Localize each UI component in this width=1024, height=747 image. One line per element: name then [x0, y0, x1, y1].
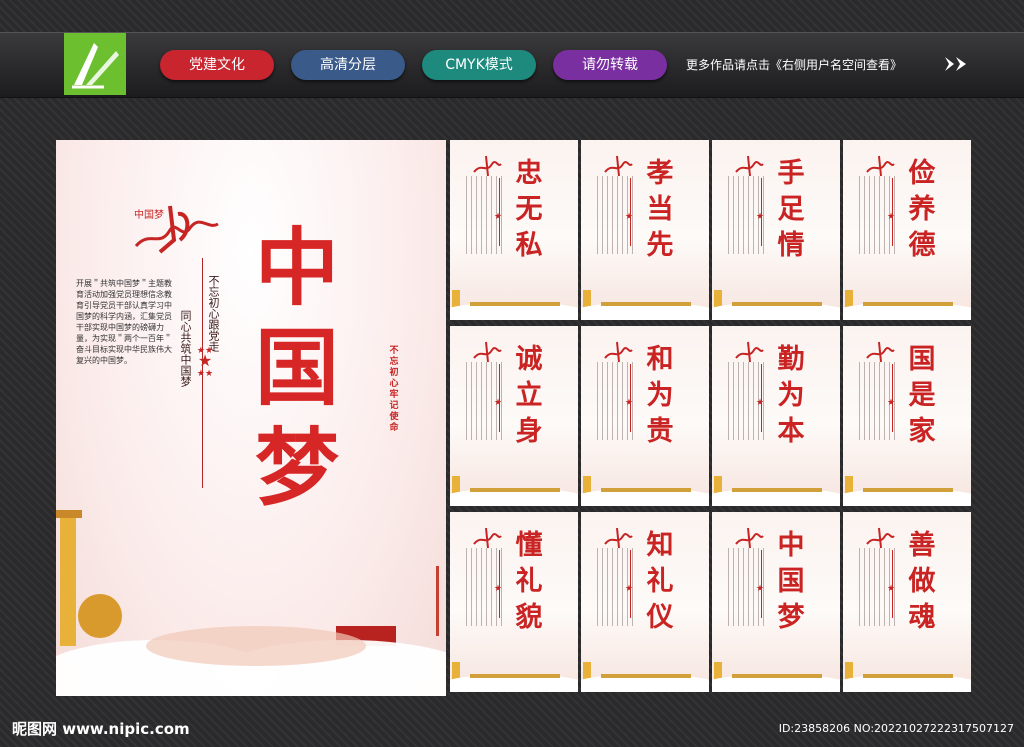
- slogan-line-1: 不忘初心跟党走: [207, 275, 220, 352]
- poster-scene: [581, 476, 709, 506]
- poster-title: 诚立身: [515, 344, 543, 447]
- poster-scene: [581, 290, 709, 320]
- virtue-poster: ★ 知礼仪: [581, 512, 709, 692]
- landmark-cloud-scene: [56, 510, 446, 696]
- poster-title: 勤为本: [777, 344, 805, 447]
- poster-scene: [450, 290, 578, 320]
- star-icon: ★: [625, 398, 634, 408]
- poster-scene: [843, 476, 971, 506]
- virtue-poster: ★ 孝当先: [581, 140, 709, 320]
- virtue-poster: ★ 善做魂: [843, 512, 971, 692]
- header-tagline[interactable]: 更多作品请点击《右侧用户名空间查看》: [686, 56, 902, 73]
- tag-pill-label: 党建文化: [189, 57, 245, 73]
- main-poster-body: 开展＂共筑中国梦＂主题教育活动加强党员理想信念教育引导党员干部认真学习中国梦的科…: [76, 279, 172, 365]
- virtue-poster: ★ 手足情: [712, 140, 840, 320]
- poster-scene: [712, 476, 840, 506]
- star-icon: ★: [494, 212, 503, 222]
- tag-pill-label: 请勿转载: [582, 57, 638, 73]
- star-icon: ★: [887, 398, 896, 408]
- poster-title: 和为贵: [646, 344, 674, 447]
- double-arrow-right-icon[interactable]: [944, 55, 970, 73]
- tag-pill-cmyk[interactable]: CMYK模式: [422, 50, 536, 80]
- virtue-poster: ★ 国是家: [843, 326, 971, 506]
- poster-title: 手足情: [777, 158, 805, 261]
- poster-title: 俭养德: [908, 158, 936, 261]
- poster-scene: [843, 290, 971, 320]
- poster-title: 孝当先: [646, 158, 674, 261]
- star-icon: ★: [887, 584, 896, 594]
- tag-pill-label: CMYK模式: [445, 57, 513, 73]
- pen-logo-icon: [64, 33, 126, 95]
- star-icon: ★: [887, 212, 896, 222]
- tag-pill-layers[interactable]: 高清分层: [291, 50, 405, 80]
- site-watermark: 昵图网 www.nipic.com: [12, 720, 190, 738]
- star-icon: ★: [756, 212, 765, 222]
- main-poster: 中国梦 中国梦 不忘初心跟党走 同心共筑中国梦 开展＂共筑中国梦＂主题教育活动加…: [56, 140, 446, 696]
- poster-scene: [712, 290, 840, 320]
- poster-title: 善做魂: [908, 530, 936, 633]
- virtue-poster: ★ 勤为本: [712, 326, 840, 506]
- poster-scene: [712, 662, 840, 692]
- poster-scene: [843, 662, 971, 692]
- star-icon: ★: [494, 398, 503, 408]
- poster-title: 中国梦: [777, 530, 805, 633]
- poster-title: 知礼仪: [646, 530, 674, 633]
- poster-title: 忠无私: [515, 158, 543, 261]
- poster-scene: [450, 662, 578, 692]
- virtue-poster: ★ 懂礼貌: [450, 512, 578, 692]
- star-icon: ★: [625, 584, 634, 594]
- svg-text:中国梦: 中国梦: [134, 208, 164, 221]
- virtue-poster: ★ 中国梦: [712, 512, 840, 692]
- tag-pill-culture[interactable]: 党建文化: [160, 50, 274, 80]
- virtue-poster: ★ 和为贵: [581, 326, 709, 506]
- main-poster-title: 中国梦: [254, 218, 339, 517]
- tag-pill-label: 高清分层: [320, 57, 376, 73]
- star-icon: ★: [625, 212, 634, 222]
- poster-title: 国是家: [908, 344, 936, 447]
- star-ornament-icon: ★★ ★ ★★: [196, 346, 214, 379]
- poster-scene: [450, 476, 578, 506]
- china-dream-calligraphy-logo: 中国梦: [134, 205, 219, 254]
- star-icon: ★: [494, 584, 503, 594]
- virtue-poster: ★ 忠无私: [450, 140, 578, 320]
- star-icon: ★: [756, 398, 765, 408]
- poster-title: 懂礼貌: [515, 530, 543, 633]
- main-poster-seal: 不忘初心 牢记使命: [389, 346, 399, 433]
- image-id-text: ID:23858206 NO:20221027222317507127: [778, 722, 1014, 735]
- virtue-poster: ★ 俭养德: [843, 140, 971, 320]
- virtue-poster: ★ 诚立身: [450, 326, 578, 506]
- star-icon: ★: [756, 584, 765, 594]
- poster-scene: [581, 662, 709, 692]
- tag-pill-no-repost[interactable]: 请勿转载: [553, 50, 667, 80]
